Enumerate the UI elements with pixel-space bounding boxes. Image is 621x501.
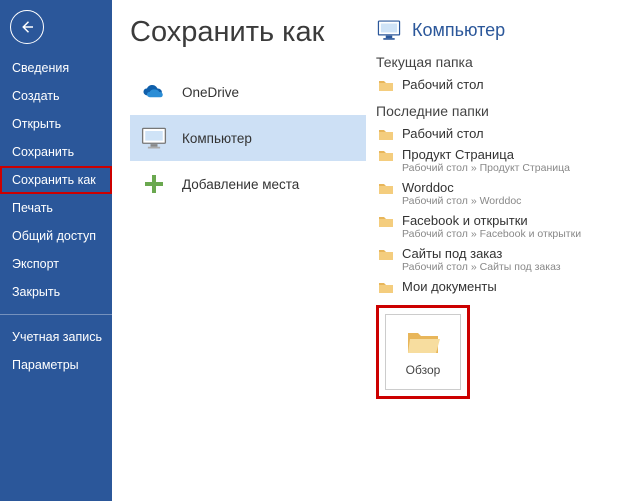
nav-item-new[interactable]: Создать (0, 82, 112, 110)
folder-path: Рабочий стол » Продукт Страница (402, 162, 570, 174)
nav-item-account[interactable]: Учетная запись (0, 323, 112, 351)
place-label: OneDrive (182, 85, 239, 100)
browse-highlight: Обзор (376, 305, 470, 399)
folder-icon (378, 247, 394, 261)
location-title: Компьютер (412, 20, 505, 41)
nav-item-open[interactable]: Открыть (0, 110, 112, 138)
sidebar-separator (0, 314, 112, 315)
folder-path: Рабочий стол » Worddoc (402, 195, 521, 207)
recent-folder[interactable]: Рабочий стол (376, 123, 613, 144)
place-label: Добавление места (182, 177, 299, 192)
recent-folder[interactable]: Продукт Страница Рабочий стол » Продукт … (376, 144, 613, 177)
nav-item-export[interactable]: Экспорт (0, 250, 112, 278)
folder-open-icon (406, 327, 440, 355)
recent-folder[interactable]: Worddoc Рабочий стол » Worddoc (376, 177, 613, 210)
main-panel: Сохранить как OneDrive Компьютер Добавле… (112, 0, 621, 501)
folder-icon (378, 127, 394, 141)
nav-item-close[interactable]: Закрыть (0, 278, 112, 306)
arrow-left-icon (18, 18, 36, 36)
location-details: Компьютер Текущая папка Рабочий стол Пос… (366, 16, 613, 493)
folder-path: Рабочий стол » Сайты под заказ (402, 261, 561, 273)
recent-folder[interactable]: Мои документы (376, 276, 613, 297)
location-header: Компьютер (376, 18, 613, 42)
recent-folder[interactable]: Сайты под заказ Рабочий стол » Сайты под… (376, 243, 613, 276)
places-column: Сохранить как OneDrive Компьютер Добавле… (130, 16, 366, 493)
folder-icon (378, 280, 394, 294)
place-label: Компьютер (182, 131, 252, 146)
current-folder-label: Текущая папка (376, 54, 613, 70)
add-place-icon (140, 170, 168, 198)
folder-name: Сайты под заказ (402, 246, 561, 261)
folder-path: Рабочий стол » Facebook и открытки (402, 228, 581, 240)
folder-icon (378, 78, 394, 92)
computer-icon (140, 124, 168, 152)
computer-icon (376, 18, 402, 42)
nav-item-share[interactable]: Общий доступ (0, 222, 112, 250)
nav-item-save[interactable]: Сохранить (0, 138, 112, 166)
place-computer[interactable]: Компьютер (130, 115, 366, 161)
folder-icon (378, 148, 394, 162)
folder-name: Рабочий стол (402, 77, 484, 92)
recent-folders-label: Последние папки (376, 103, 613, 119)
page-title: Сохранить как (130, 16, 366, 49)
backstage-sidebar: Сведения Создать Открыть Сохранить Сохра… (0, 0, 112, 501)
place-add-location[interactable]: Добавление места (130, 161, 366, 207)
nav-item-print[interactable]: Печать (0, 194, 112, 222)
folder-icon (378, 181, 394, 195)
nav-item-info[interactable]: Сведения (0, 54, 112, 82)
folder-name: Worddoc (402, 180, 521, 195)
browse-label: Обзор (406, 363, 441, 377)
recent-folder[interactable]: Facebook и открытки Рабочий стол » Faceb… (376, 210, 613, 243)
nav-item-options[interactable]: Параметры (0, 351, 112, 379)
folder-name: Мои документы (402, 279, 497, 294)
folder-name: Facebook и открытки (402, 213, 581, 228)
browse-button[interactable]: Обзор (385, 314, 461, 390)
onedrive-icon (140, 78, 168, 106)
back-button[interactable] (10, 10, 44, 44)
place-onedrive[interactable]: OneDrive (130, 69, 366, 115)
folder-name: Продукт Страница (402, 147, 570, 162)
folder-name: Рабочий стол (402, 126, 484, 141)
nav-item-save-as[interactable]: Сохранить как (0, 166, 112, 194)
folder-icon (378, 214, 394, 228)
current-folder[interactable]: Рабочий стол (376, 74, 613, 95)
